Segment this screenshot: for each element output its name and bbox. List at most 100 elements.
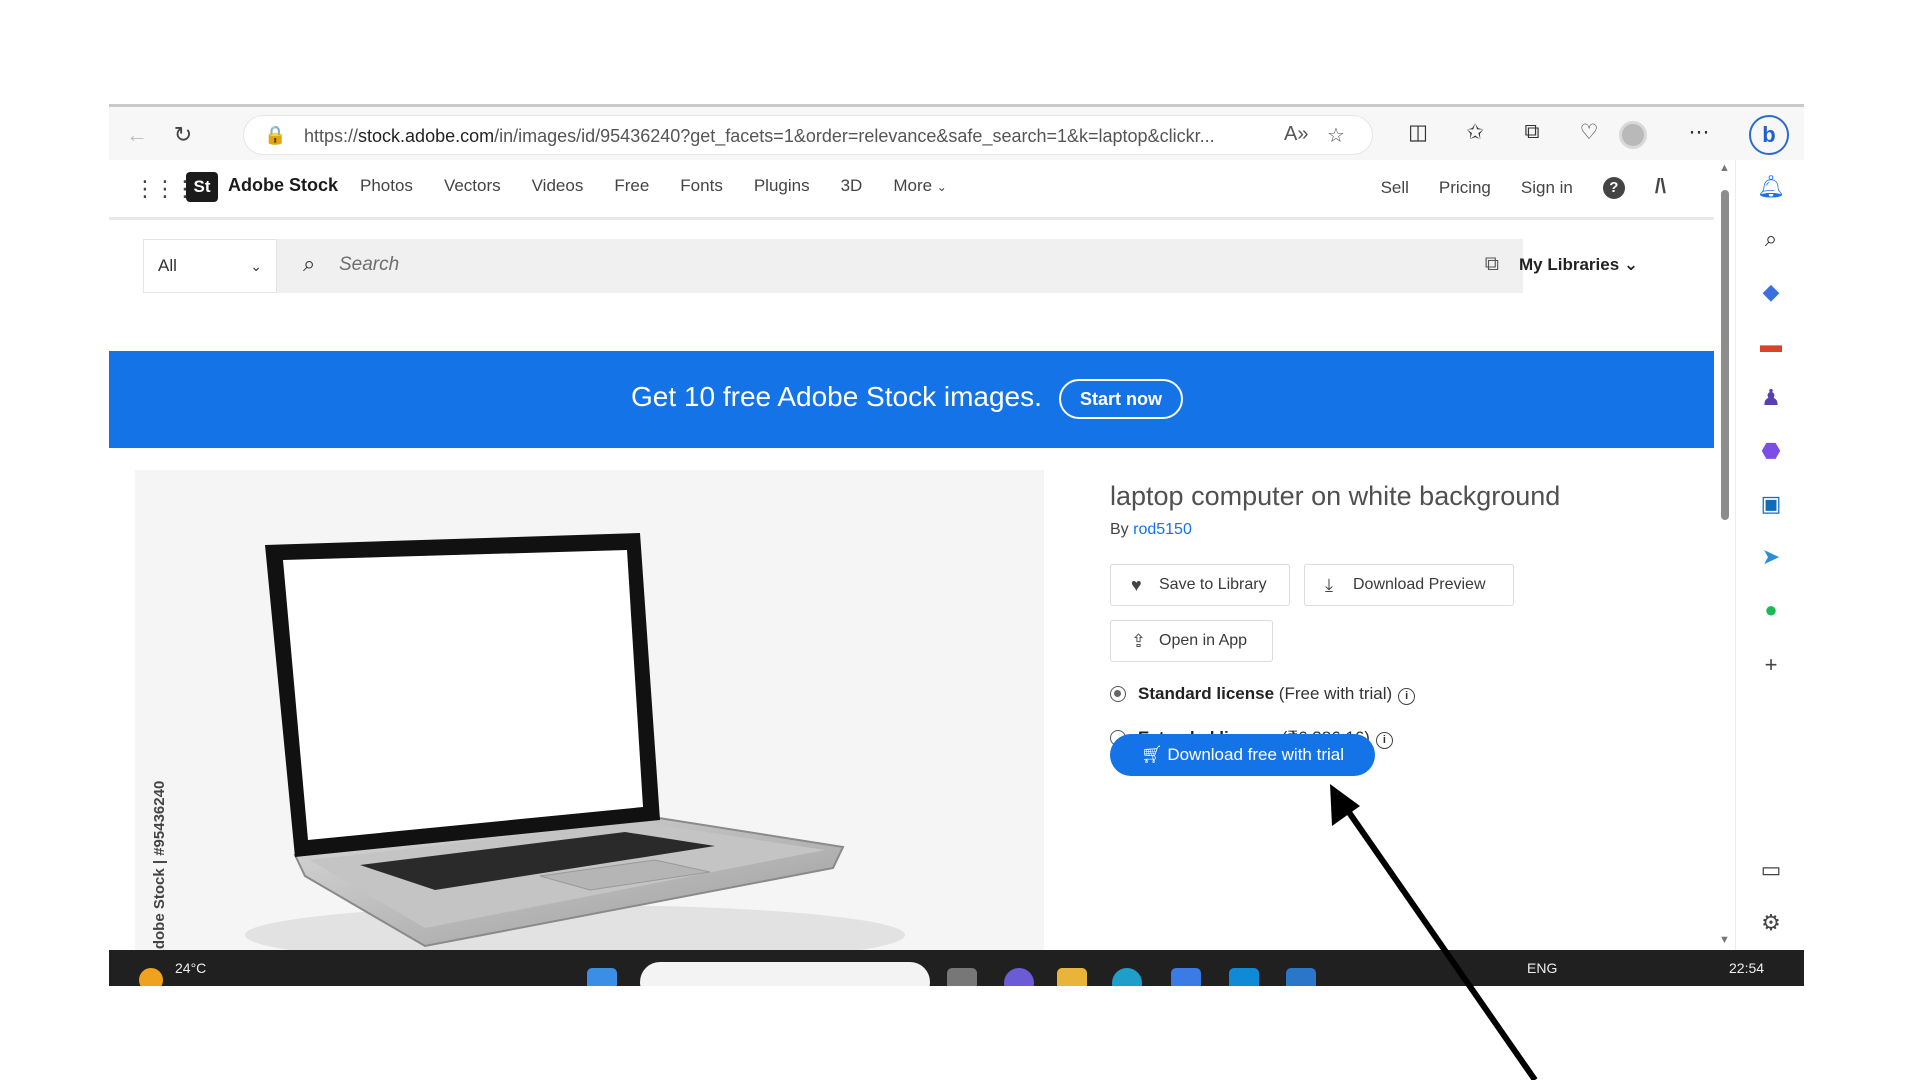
games-icon[interactable]: ♟ [1756,383,1786,413]
download-preview-label: Download Preview [1353,576,1486,593]
download-icon: ⤓ [1325,575,1333,595]
more-menu-icon[interactable]: ⋯ [1684,120,1714,145]
clock[interactable]: 22:54 [1729,960,1764,976]
nav-videos[interactable]: Videos [532,176,584,196]
search-icon[interactable]: ⌕ [1756,224,1786,254]
url-rest: /in/images/id/95436240?get_facets=1&orde… [494,126,1215,146]
windows-taskbar: 24°C ENG 22:54 [109,950,1804,986]
settings-gear-icon[interactable]: ⚙ [1756,908,1786,938]
url-host: stock.adobe.com [358,126,495,146]
laptop-image [135,470,1044,950]
help-icon[interactable]: ? [1602,176,1625,199]
scrollbar-thumb[interactable] [1721,190,1729,520]
tools-icon[interactable]: ▬ [1756,330,1786,360]
download-free-trial-button[interactable]: 🛒︎ Download free with trial [1110,734,1375,776]
task-view-icon[interactable] [947,968,977,986]
profile-avatar[interactable] [1619,121,1647,149]
url-text[interactable]: https://stock.adobe.com/in/images/id/954… [304,126,1264,147]
app-switcher-icon[interactable]: ⋮⋮⋮ [134,176,196,202]
download-preview-button[interactable]: ⤓ Download Preview [1304,564,1514,606]
browser-essentials-icon[interactable]: ♡ [1574,120,1604,145]
collections-icon[interactable]: ⧉ [1517,120,1547,144]
main-nav: Photos Vectors Videos Free Fonts Plugins… [360,176,947,196]
split-screen-icon[interactable]: ◫ [1403,120,1433,145]
save-to-library-button[interactable]: ♥ Save to Library [1110,564,1290,606]
scroll-up-icon[interactable]: ▲ [1719,162,1730,174]
bing-copilot-icon[interactable]: b [1749,115,1789,155]
sidebar-toggle-icon[interactable]: ▭ [1756,855,1786,885]
nav-sign-in[interactable]: Sign in [1521,178,1573,198]
nav-more[interactable]: More ⌄ [893,176,947,196]
browser-toolbar: ← ↻ 🔒 https://stock.adobe.com/in/images/… [109,104,1804,160]
my-libraries-dropdown[interactable]: My Libraries ⌄ [1519,255,1638,275]
chevron-down-icon: ⌄ [250,258,262,274]
weather-temp[interactable]: 24°C [175,960,206,976]
taskbar-search[interactable] [640,962,930,986]
asset-title: laptop computer on white background [1110,481,1561,511]
search-input[interactable]: ⌕ Search ⧉ [277,239,1523,293]
open-in-app-label: Open in App [1159,632,1248,649]
favorites-icon[interactable]: ✩ [1460,120,1490,145]
page-viewport: ⋮⋮⋮ St Adobe Stock Photos Vectors Videos… [109,160,1714,950]
nav-3d[interactable]: 3D [841,176,863,196]
screenshot-frame: ← ↻ 🔒 https://stock.adobe.com/in/images/… [109,104,1804,986]
file-explorer-icon[interactable] [1057,968,1087,986]
favorite-star-icon[interactable]: ☆ [1327,123,1345,148]
asset-id-label: Adobe Stock | #95436240 [151,780,168,950]
standard-license-option[interactable]: Standard license (Free with trial) i [1110,684,1416,705]
adobe-stock-logo[interactable]: St [186,172,218,202]
start-now-button[interactable]: Start now [1059,379,1183,419]
by-prefix: By [1110,521,1129,538]
nav-photos[interactable]: Photos [360,176,413,196]
nav-sell[interactable]: Sell [1381,178,1409,198]
open-in-app-button[interactable]: ⇪ Open in App [1110,620,1273,662]
read-aloud-icon[interactable]: A» [1284,123,1308,146]
add-icon[interactable]: + [1756,650,1786,680]
address-bar[interactable]: 🔒 https://stock.adobe.com/in/images/id/9… [243,115,1373,155]
search-placeholder: Search [339,254,400,275]
weather-icon[interactable] [139,968,163,986]
visual-search-icon[interactable]: ⧉ [1485,253,1499,276]
scroll-down-icon[interactable]: ▼ [1719,934,1730,946]
nav-plugins[interactable]: Plugins [754,176,810,196]
search-scope-select[interactable]: All ⌄ [143,239,277,293]
send-icon[interactable]: ➤ [1756,542,1786,572]
shopping-tag-icon[interactable]: ◆ [1756,277,1786,307]
edge-sidebar: 🔔︎ ⌕ ◆ ▬ ♟ ⬣ ▣ ➤ ● + ▭ ⚙ [1735,160,1804,950]
heart-icon: ♥ [1131,575,1142,595]
radio-selected[interactable] [1110,686,1126,702]
search-row: All ⌄ ⌕ Search ⧉ [143,239,1523,293]
page-scrollbar[interactable]: ▲ ▼ [1714,160,1735,950]
edge-taskbar-icon[interactable] [1112,968,1142,986]
standard-license-label: Standard license [1138,684,1275,703]
app-icon[interactable] [1229,968,1259,986]
vscode-icon[interactable] [1286,968,1316,986]
adobe-logo-icon[interactable]: /\ [1655,176,1666,199]
nav-free[interactable]: Free [614,176,649,196]
asset-preview-image[interactable]: Adobe Stock | #95436240 [135,470,1044,950]
refresh-icon[interactable]: ↻ [169,121,197,149]
language-indicator[interactable]: ENG [1527,960,1557,976]
brand-name[interactable]: Adobe Stock [228,175,338,196]
outlook-icon[interactable]: ▣ [1756,489,1786,519]
microsoft365-icon[interactable]: ⬣ [1756,436,1786,466]
chat-icon[interactable] [1004,968,1034,986]
url-prefix: https:// [304,126,359,146]
promo-banner: Get 10 free Adobe Stock images. Start no… [109,351,1714,448]
chevron-down-icon: ⌄ [1623,255,1639,274]
info-icon[interactable]: i [1375,732,1393,749]
notification-bell-icon[interactable]: 🔔︎ [1756,172,1786,202]
nav-vectors[interactable]: Vectors [444,176,501,196]
spotify-icon[interactable]: ● [1756,595,1786,625]
info-icon[interactable]: i [1398,688,1416,705]
author-link[interactable]: rod5150 [1133,521,1192,538]
search-scope-value: All [158,256,177,275]
save-to-library-label: Save to Library [1159,576,1267,593]
chevron-down-icon: ⌄ [936,180,947,194]
windows-start-icon[interactable] [587,968,617,986]
store-icon[interactable] [1171,968,1201,986]
standard-license-note: (Free with trial) [1278,684,1393,703]
back-icon[interactable]: ← [123,121,151,149]
nav-pricing[interactable]: Pricing [1439,178,1491,198]
nav-fonts[interactable]: Fonts [680,176,723,196]
